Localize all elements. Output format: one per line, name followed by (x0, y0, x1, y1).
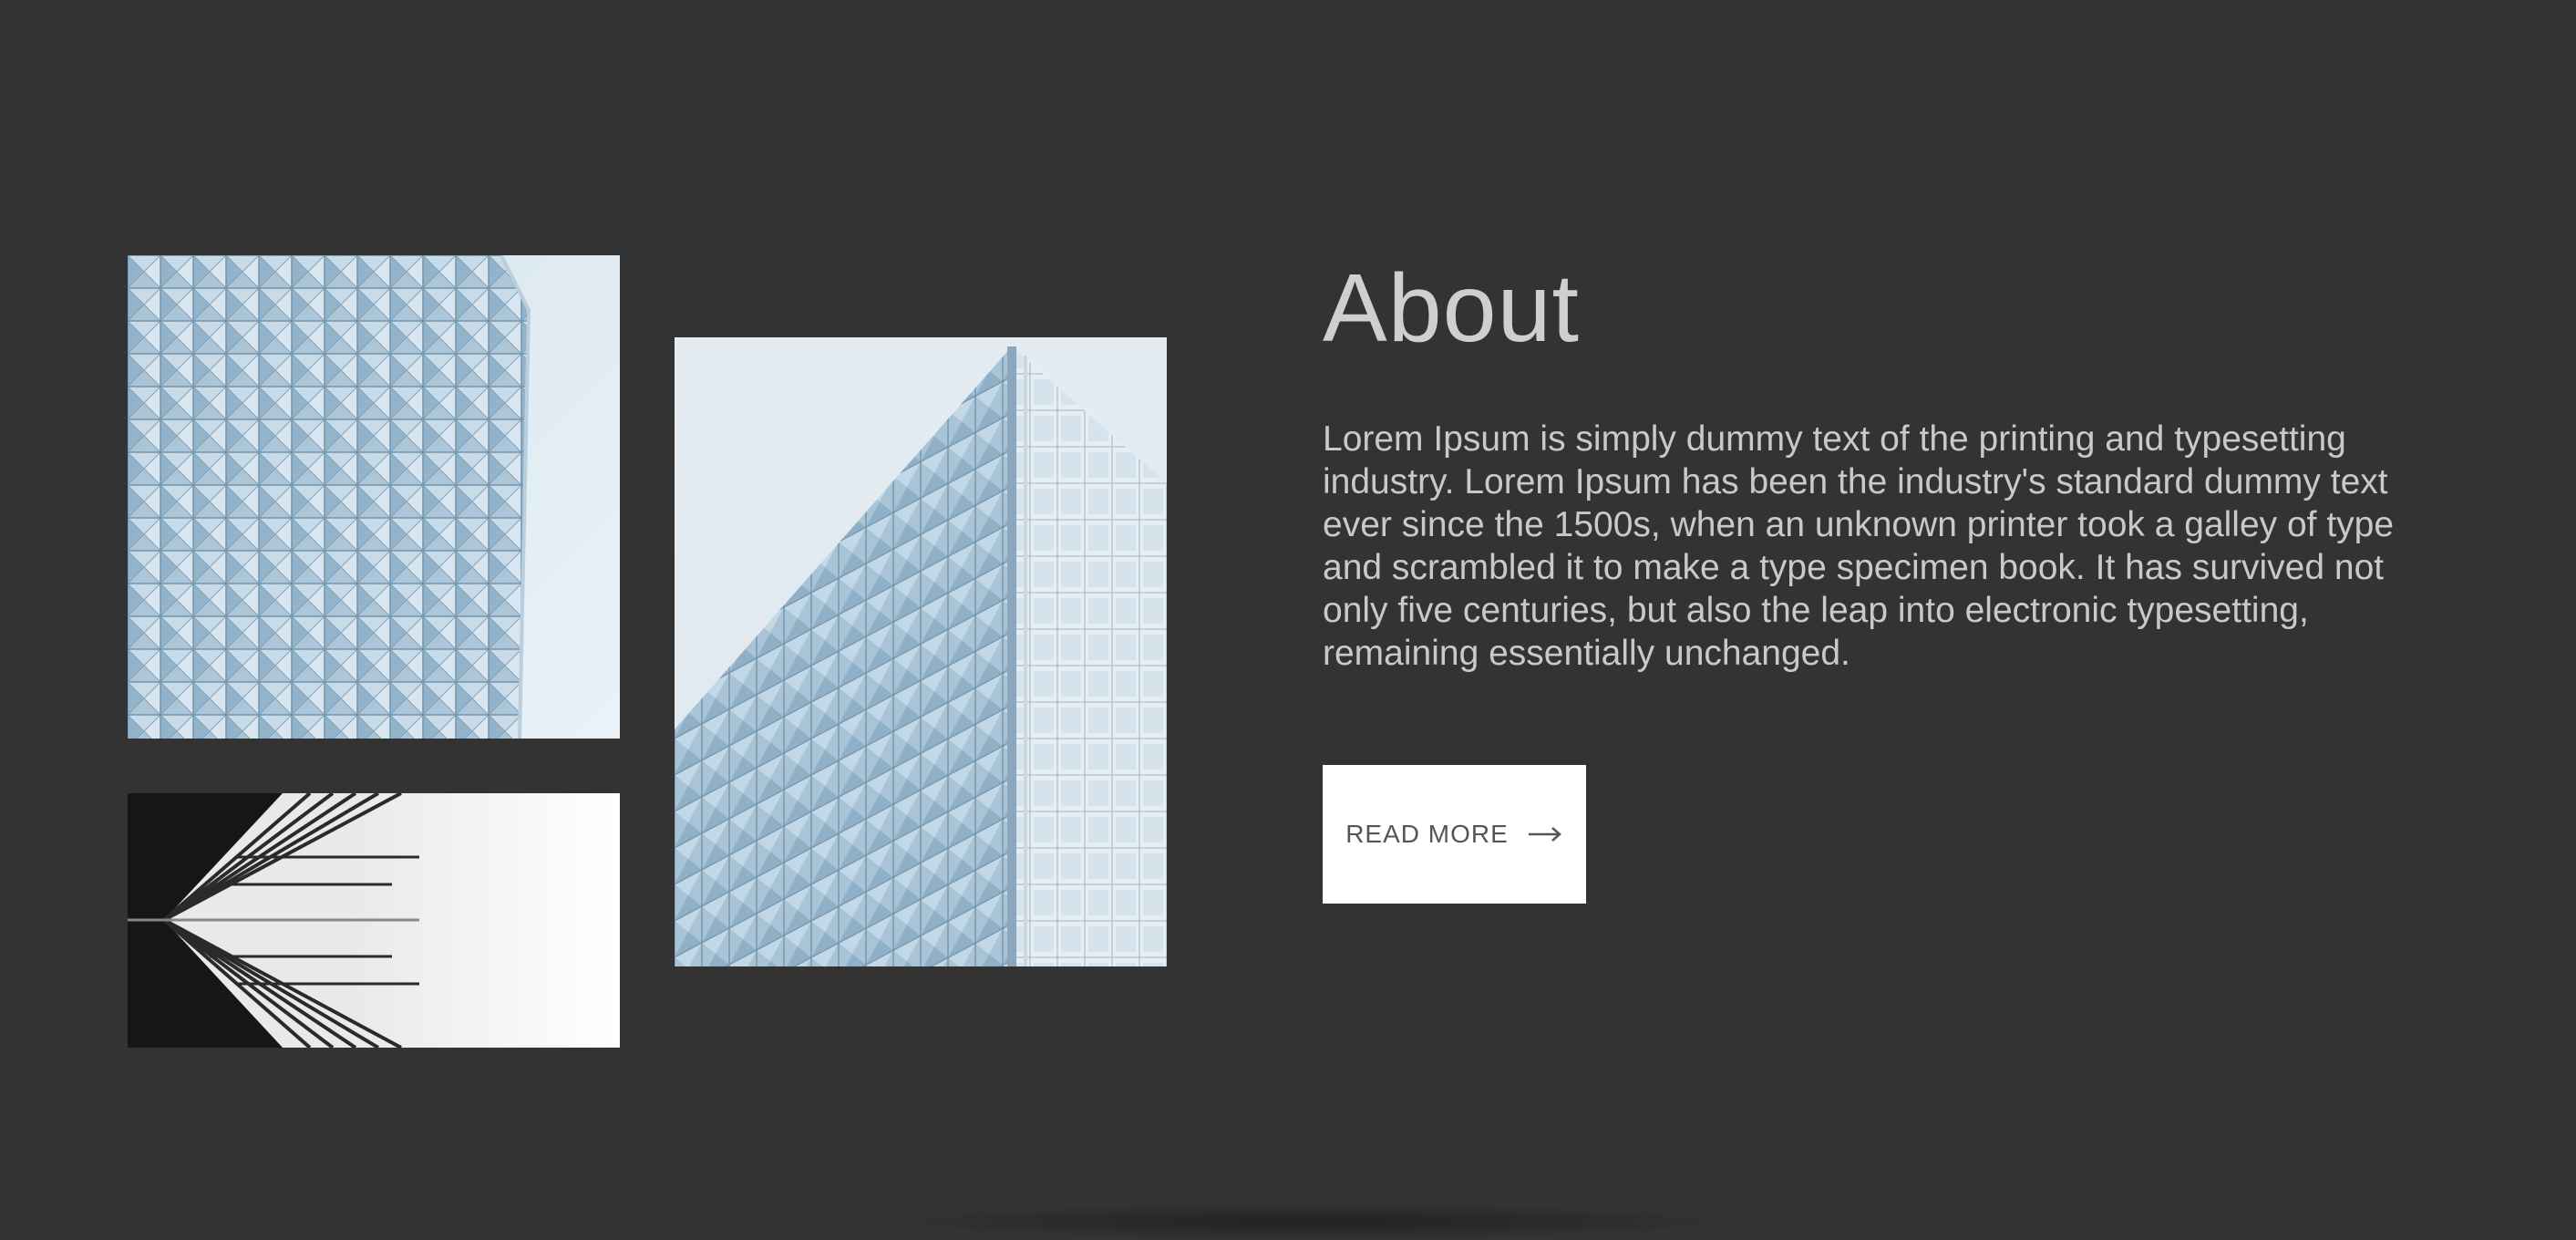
about-description: Lorem Ipsum is simply dummy text of the … (1323, 419, 2395, 673)
read-more-button[interactable]: READ MORE (1323, 765, 1586, 904)
about-content: About Lorem Ipsum is simply dummy text o… (1323, 246, 2471, 675)
glass-building-facade-image (128, 255, 620, 739)
glass-towers-mirrored-image (128, 793, 620, 1048)
about-title: About (1323, 254, 1581, 362)
read-more-label: READ MORE (1345, 820, 1509, 848)
arrow-right-icon (1527, 825, 1563, 843)
section-bottom-shadow (875, 1204, 1750, 1240)
about-section: About Lorem Ipsum is simply dummy text o… (0, 0, 2576, 1240)
glass-skyscraper-corner-image (675, 337, 1167, 966)
